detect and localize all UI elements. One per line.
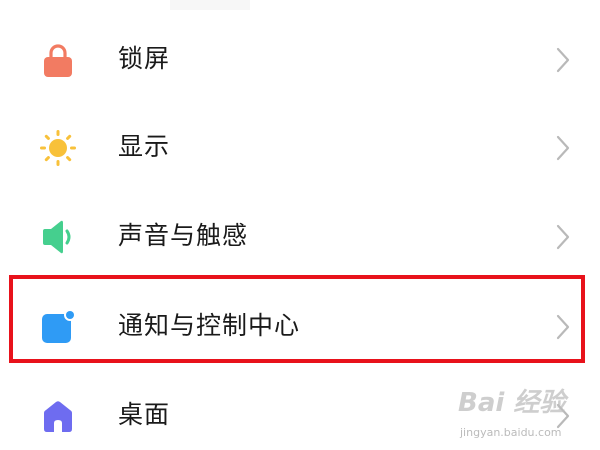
chevron-right-icon bbox=[556, 224, 570, 250]
settings-item-notifications-control-center[interactable]: 通知与控制中心 bbox=[0, 283, 600, 369]
notification-icon bbox=[42, 309, 76, 343]
home-icon bbox=[44, 401, 72, 432]
chevron-right-icon bbox=[556, 403, 570, 429]
settings-item-display[interactable]: 显示 bbox=[0, 104, 600, 190]
settings-item-lock-screen[interactable]: 锁屏 bbox=[0, 16, 600, 102]
chevron-right-icon bbox=[556, 47, 570, 73]
settings-item-label: 显示 bbox=[118, 132, 171, 161]
settings-screen: 锁屏 显示 声音与触感 通知与控制中心 桌面 Bai 经验 jingyan.ba… bbox=[0, 0, 600, 450]
settings-item-label: 桌面 bbox=[118, 400, 171, 429]
settings-item-home-screen[interactable]: 桌面 bbox=[0, 372, 600, 450]
chevron-right-icon bbox=[556, 314, 570, 340]
previous-row-remnant bbox=[170, 0, 250, 10]
settings-item-sound-haptics[interactable]: 声音与触感 bbox=[0, 193, 600, 279]
settings-item-label: 锁屏 bbox=[118, 44, 171, 73]
sun-icon bbox=[40, 130, 76, 166]
chevron-right-icon bbox=[556, 135, 570, 161]
settings-item-label: 声音与触感 bbox=[118, 221, 249, 250]
settings-item-label: 通知与控制中心 bbox=[118, 311, 301, 340]
speaker-icon bbox=[43, 220, 71, 254]
lock-icon bbox=[44, 44, 72, 77]
